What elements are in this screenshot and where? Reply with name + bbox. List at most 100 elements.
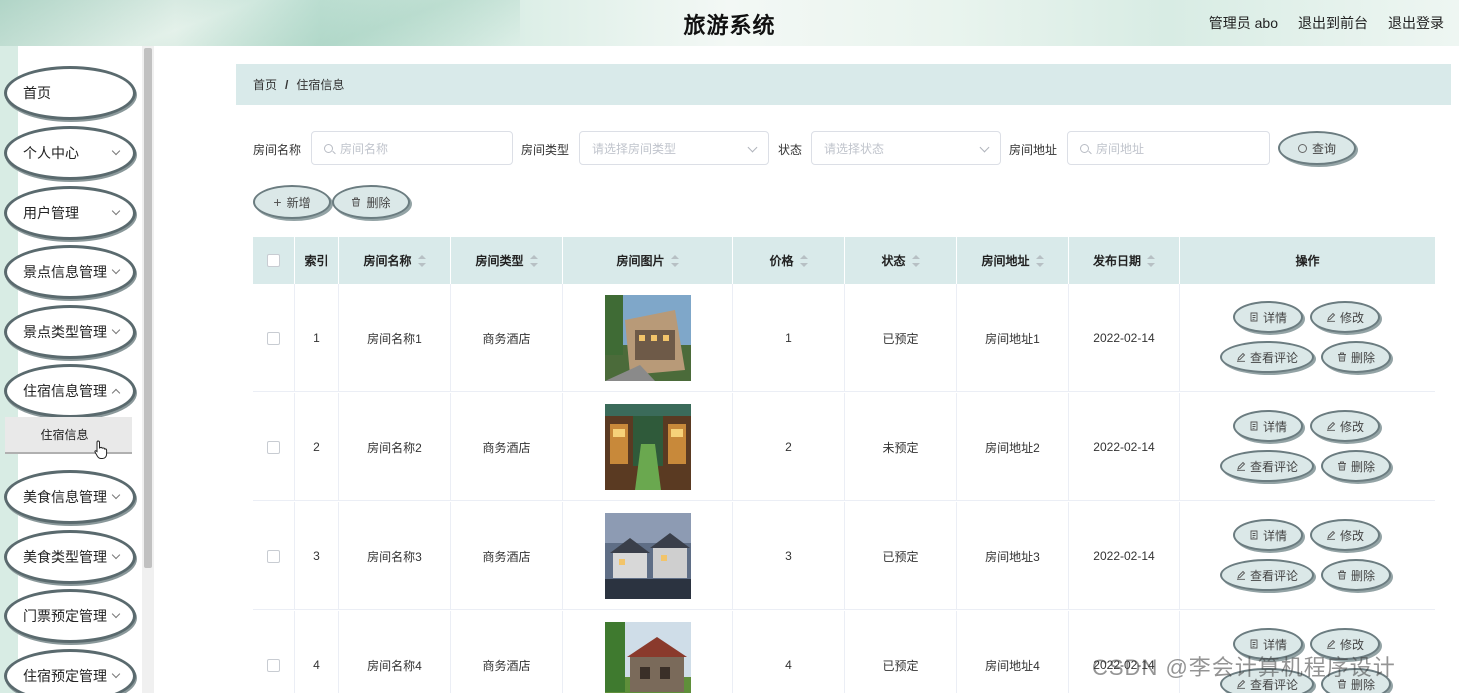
col-room-image[interactable]: 房间图片 xyxy=(563,237,733,284)
edit-button[interactable]: 修改 xyxy=(1310,519,1380,551)
chevron-down-icon xyxy=(111,490,121,500)
publish-date-cell: 2022-02-14 xyxy=(1069,393,1180,501)
sidebar-scrollbar[interactable] xyxy=(142,46,154,693)
chevron-down-icon xyxy=(111,146,121,156)
sidebar-item-food-info[interactable]: 美食信息管理 xyxy=(4,470,136,524)
detail-button[interactable]: 详情 xyxy=(1233,519,1303,551)
add-button[interactable]: + 新增 xyxy=(253,185,331,219)
row-delete-button[interactable]: 删除 xyxy=(1321,341,1391,373)
room-name-input[interactable]: 房间名称 xyxy=(311,131,513,165)
sort-icon[interactable] xyxy=(911,254,920,267)
status-select[interactable]: 请选择状态 xyxy=(811,131,1001,165)
row-delete-button[interactable]: 删除 xyxy=(1321,450,1391,482)
document-icon xyxy=(1250,530,1258,540)
sidebar-item-label: 个人中心 xyxy=(23,145,79,161)
col-actions: 操作 xyxy=(1180,237,1435,284)
chevron-down-icon xyxy=(979,142,990,153)
col-publish-date[interactable]: 发布日期 xyxy=(1069,237,1180,284)
top-header: 旅游系统 管理员 abo 退出到前台 退出登录 xyxy=(0,0,1459,46)
edit-icon xyxy=(1326,312,1336,322)
chevron-up-icon xyxy=(111,388,121,398)
sidebar-item-user-management[interactable]: 用户管理 xyxy=(4,186,136,240)
sidebar-item-lodging-booking[interactable]: 住宿预定管理 xyxy=(4,649,136,693)
edit-button[interactable]: 修改 xyxy=(1310,410,1380,442)
sort-icon[interactable] xyxy=(417,254,426,267)
status-label: 状态 xyxy=(778,143,803,157)
edit-icon xyxy=(1236,352,1246,362)
sidebar-item-label: 住宿预定管理 xyxy=(23,668,107,684)
query-button[interactable]: 查询 xyxy=(1278,131,1356,165)
row-checkbox[interactable] xyxy=(267,331,280,345)
row-checkbox[interactable] xyxy=(267,658,280,672)
sidebar-item-label: 美食类型管理 xyxy=(23,549,107,565)
search-bar: 房间名称 房间名称 房间类型 请选择房间类型 状态 请选择状态 房间地址 房间地… xyxy=(253,131,1363,165)
view-reviews-button[interactable]: 查看评论 xyxy=(1220,559,1314,591)
sidebar-subitem-lodging-info[interactable]: 住宿信息 xyxy=(5,417,132,454)
room-image[interactable] xyxy=(604,404,691,490)
room-type-cell: 商务酒店 xyxy=(451,611,563,693)
sidebar-item-scenic-info[interactable]: 景点信息管理 xyxy=(4,245,136,299)
detail-button[interactable]: 详情 xyxy=(1233,301,1303,333)
sidebar-item-personal-center[interactable]: 个人中心 xyxy=(4,126,136,180)
status-cell: 已预定 xyxy=(845,611,957,693)
row-checkbox[interactable] xyxy=(267,440,280,454)
col-price[interactable]: 价格 xyxy=(733,237,845,284)
col-status[interactable]: 状态 xyxy=(845,237,957,284)
room-image[interactable] xyxy=(604,295,691,381)
sort-icon[interactable] xyxy=(1035,254,1044,267)
col-address[interactable]: 房间地址 xyxy=(957,237,1069,284)
sidebar-item-lodging-info[interactable]: 住宿信息管理 xyxy=(4,364,136,418)
sidebar-item-ticket-booking[interactable]: 门票预定管理 xyxy=(4,589,136,643)
edit-button-label: 修改 xyxy=(1339,419,1364,434)
view-reviews-button[interactable]: 查看评论 xyxy=(1220,450,1314,482)
delete-button[interactable]: 删除 xyxy=(332,185,410,219)
exit-to-front-link[interactable]: 退出到前台 xyxy=(1298,13,1368,33)
breadcrumb-home[interactable]: 首页 xyxy=(253,76,277,93)
sidebar-item-food-type[interactable]: 美食类型管理 xyxy=(4,530,136,584)
view-reviews-button[interactable]: 查看评论 xyxy=(1220,341,1314,373)
actions-cell: 详情 修改 查看评论 删除 xyxy=(1180,502,1435,610)
scrollbar-thumb[interactable] xyxy=(144,48,152,568)
publish-date-cell: 2022-02-14 xyxy=(1069,284,1180,392)
row-checkbox[interactable] xyxy=(267,549,280,563)
select-all-cell xyxy=(253,237,295,284)
logout-link[interactable]: 退出登录 xyxy=(1388,13,1444,33)
price-cell: 3 xyxy=(733,502,845,610)
room-image[interactable] xyxy=(604,513,691,599)
edit-button[interactable]: 修改 xyxy=(1310,301,1380,333)
col-room-type[interactable]: 房间类型 xyxy=(451,237,563,284)
watermark: CSDN @李会计算机程序设计 xyxy=(1092,655,1396,680)
address-cell: 房间地址1 xyxy=(957,284,1069,392)
index-cell: 1 xyxy=(295,284,339,392)
chevron-down-icon xyxy=(111,669,121,679)
breadcrumb-separator: / xyxy=(285,77,289,92)
col-address-label: 房间地址 xyxy=(981,254,1030,268)
sidebar-subitem-label: 住宿信息 xyxy=(40,428,89,442)
search-icon xyxy=(1080,143,1089,153)
room-image[interactable] xyxy=(604,622,691,693)
sort-icon[interactable] xyxy=(1147,254,1155,267)
sidebar-item-scenic-type[interactable]: 景点类型管理 xyxy=(4,305,136,359)
address-input[interactable]: 房间地址 xyxy=(1067,131,1270,165)
sort-icon[interactable] xyxy=(799,254,808,267)
publish-date-cell: 2022-02-14 xyxy=(1069,502,1180,610)
search-icon xyxy=(1297,143,1307,153)
col-room-image-label: 房间图片 xyxy=(616,254,665,268)
edit-icon xyxy=(1326,639,1336,649)
col-room-name[interactable]: 房间名称 xyxy=(339,237,451,284)
index-cell: 2 xyxy=(295,393,339,501)
sort-icon[interactable] xyxy=(670,254,679,267)
row-delete-button[interactable]: 删除 xyxy=(1321,559,1391,591)
sidebar-item-home[interactable]: 首页 xyxy=(4,66,136,120)
room-type-select[interactable]: 请选择房间类型 xyxy=(579,131,769,165)
col-status-label: 状态 xyxy=(881,254,906,268)
add-button-label: 新增 xyxy=(286,195,311,210)
chevron-down-icon xyxy=(111,325,121,335)
status-cell: 已预定 xyxy=(845,284,957,392)
col-publish-date-label: 发布日期 xyxy=(1092,254,1141,268)
sort-icon[interactable] xyxy=(529,254,538,267)
detail-button[interactable]: 详情 xyxy=(1233,410,1303,442)
room-name-cell: 房间名称3 xyxy=(339,502,451,610)
room-type-label: 房间类型 xyxy=(521,143,570,157)
select-all-checkbox[interactable] xyxy=(267,254,280,267)
